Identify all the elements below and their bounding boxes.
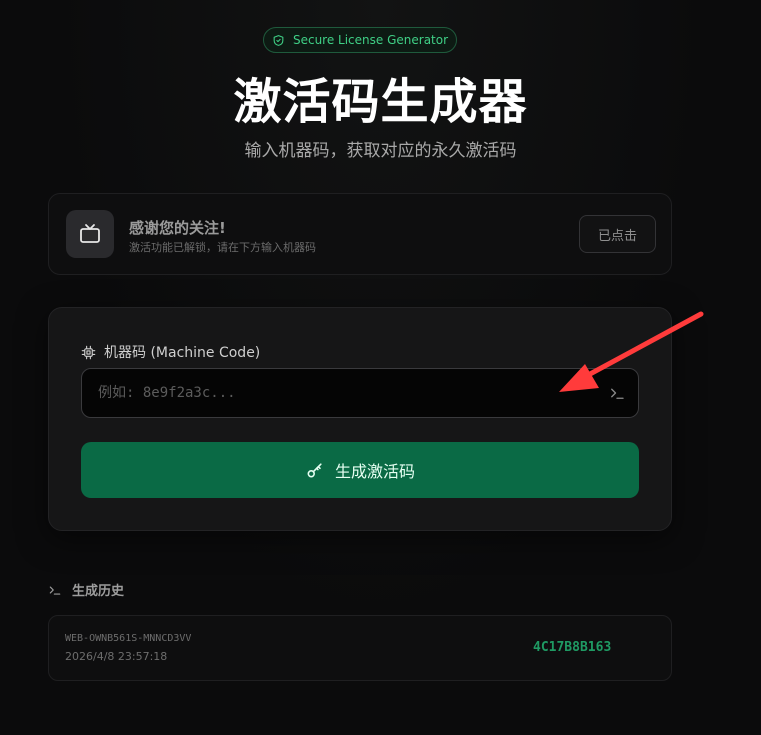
shield-check-icon: [273, 34, 284, 46]
history-machine-code: WEB-OWNB561S-MNNCD3VV: [65, 633, 192, 644]
page-title: 激活码生成器: [233, 74, 528, 130]
history-header: 生成历史: [48, 580, 124, 599]
badge-text: Secure License Generator: [292, 33, 449, 47]
machine-code-input[interactable]: [82, 369, 592, 417]
machine-code-label-text: 机器码 (Machine Code): [104, 345, 261, 361]
red-arrow-annotation: [559, 311, 704, 392]
notice-icon-box: [66, 210, 114, 258]
cpu-chip-icon: [81, 345, 96, 359]
notice-title: 感谢您的关注!: [129, 219, 226, 237]
clicked-button[interactable]: 已点击: [579, 215, 656, 253]
notice-card: 感谢您的关注! 激活功能已解锁，请在下方输入机器码 已点击: [48, 193, 672, 275]
key-icon: [307, 463, 322, 478]
notice-description: 激活功能已解锁，请在下方输入机器码: [129, 241, 316, 254]
history-title: 生成历史: [72, 584, 125, 599]
history-license-key: 4C17B8B163: [533, 640, 612, 655]
history-timestamp: 2026/4/8 23:57:18: [65, 650, 168, 663]
page: Secure License Generator 激活码生成器 输入机器码，获取…: [0, 0, 761, 735]
generate-button[interactable]: 生成激活码: [81, 442, 639, 498]
secure-badge: Secure License Generator: [263, 27, 457, 53]
machine-code-label: 机器码 (Machine Code): [81, 342, 260, 362]
terminal-icon: [49, 586, 61, 595]
page-subtitle: 输入机器码，获取对应的永久激活码: [244, 141, 517, 161]
history-item[interactable]: WEB-OWNB561S-MNNCD3VV 2026/4/8 23:57:18 …: [48, 615, 672, 681]
generate-button-label: 生成激活码: [334, 462, 415, 481]
tv-icon: [80, 224, 100, 243]
